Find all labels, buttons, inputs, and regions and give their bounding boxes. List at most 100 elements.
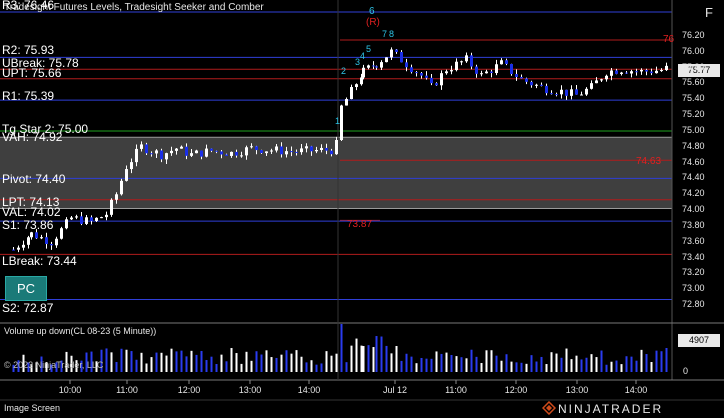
volume-bar bbox=[310, 360, 313, 372]
volume-bar bbox=[205, 360, 208, 372]
candle-body bbox=[85, 217, 88, 224]
time-tick-label: 14:00 bbox=[624, 385, 648, 395]
volume-bar bbox=[280, 354, 283, 372]
candle-body bbox=[50, 243, 53, 246]
volume-bar bbox=[545, 364, 548, 372]
seq-label-6: 6 bbox=[369, 6, 375, 17]
volume-bar bbox=[635, 360, 638, 372]
volume-bar bbox=[445, 352, 448, 372]
candle-body bbox=[660, 70, 663, 72]
candle-body bbox=[395, 49, 398, 52]
candle-body bbox=[310, 146, 313, 152]
candle-body bbox=[55, 238, 58, 246]
candle-body bbox=[22, 244, 25, 248]
candle-body bbox=[30, 232, 33, 238]
volume-bar bbox=[345, 362, 348, 372]
time-tick-label: 10:00 bbox=[58, 385, 82, 395]
candle-body bbox=[125, 169, 128, 181]
volume-bar bbox=[125, 349, 128, 372]
f-button[interactable]: F bbox=[698, 2, 720, 24]
volume-bar bbox=[330, 355, 333, 372]
candle-body bbox=[160, 150, 163, 160]
price-tick-label: 72.80 bbox=[682, 299, 705, 309]
time-tick-label: 11:00 bbox=[116, 385, 138, 395]
volume-bar bbox=[185, 356, 188, 372]
volume-bar bbox=[535, 361, 538, 372]
time-tick-label: 12:00 bbox=[504, 385, 528, 395]
candle-body bbox=[430, 77, 433, 84]
volume-bar bbox=[440, 353, 443, 372]
candle-body bbox=[130, 162, 133, 170]
candle-body bbox=[415, 72, 418, 74]
candle-body bbox=[355, 84, 358, 88]
candle-body bbox=[255, 146, 258, 151]
candle-body bbox=[120, 180, 123, 195]
time-tick-label: 14:00 bbox=[297, 385, 321, 395]
volume-bar bbox=[630, 356, 633, 372]
candle-body bbox=[490, 71, 493, 74]
volume-bar bbox=[155, 352, 158, 372]
volume-bar bbox=[655, 350, 658, 372]
volume-bar bbox=[380, 336, 383, 372]
volume-bar bbox=[555, 353, 558, 372]
volume-bar bbox=[480, 363, 483, 372]
candle-body bbox=[665, 65, 668, 71]
volume-bar bbox=[230, 348, 233, 372]
candle-body bbox=[70, 217, 73, 220]
candle-body bbox=[250, 146, 253, 148]
candle-body bbox=[12, 249, 15, 251]
chart-canvas[interactable] bbox=[0, 0, 724, 418]
level-label-val: VAL: 74.02 bbox=[2, 205, 61, 219]
candle-body bbox=[445, 71, 448, 74]
volume-bar bbox=[485, 350, 488, 372]
pc-button[interactable]: PC bbox=[5, 276, 47, 301]
price-tick-label: 76.00 bbox=[682, 45, 705, 56]
volume-bar bbox=[435, 351, 438, 372]
candle-body bbox=[480, 73, 483, 75]
seq-label-8: 8 bbox=[389, 29, 395, 39]
volume-bar bbox=[295, 350, 298, 372]
candle-body bbox=[360, 77, 363, 85]
volume-bar bbox=[390, 353, 393, 372]
candle-body bbox=[580, 94, 583, 96]
volume-bar bbox=[215, 364, 218, 372]
seq-label-4: 4 bbox=[360, 51, 366, 61]
candle-body bbox=[655, 70, 658, 74]
volume-bar bbox=[395, 345, 398, 372]
price-tick-label: 73.80 bbox=[682, 219, 705, 230]
volume-zero-label: 0 bbox=[683, 366, 689, 376]
candle-body bbox=[410, 67, 413, 73]
candle-body bbox=[500, 60, 503, 65]
candle-body bbox=[330, 150, 333, 155]
price-tick-label: 73.40 bbox=[682, 251, 705, 262]
volume-bar bbox=[367, 345, 370, 372]
candle-body bbox=[105, 214, 108, 218]
volume-bar bbox=[350, 345, 353, 372]
candle-body bbox=[615, 70, 618, 74]
candle-body bbox=[630, 71, 633, 74]
volume-bar bbox=[600, 350, 603, 372]
volume-bar bbox=[450, 355, 453, 372]
price-tick-label: 74.20 bbox=[682, 188, 705, 199]
candle-body bbox=[372, 65, 375, 67]
volume-bar bbox=[570, 359, 573, 372]
candle-body bbox=[95, 217, 98, 221]
volume-bar bbox=[275, 357, 278, 372]
volume-bar bbox=[575, 355, 578, 372]
seq-label-r: (R) bbox=[366, 17, 380, 28]
price-tick-label: 74.00 bbox=[682, 204, 705, 215]
candle-body bbox=[367, 65, 370, 68]
volume-bar bbox=[210, 356, 213, 372]
candle-body bbox=[165, 153, 168, 160]
volume-bar bbox=[475, 356, 478, 372]
volume-bar bbox=[165, 355, 168, 372]
volume-panel-title: Volume up down(CL 08-23 (5 Minute)) bbox=[4, 326, 157, 336]
candle-body bbox=[470, 55, 473, 67]
price-tick-label: 74.80 bbox=[682, 140, 705, 151]
volume-bar bbox=[305, 362, 308, 372]
level-label-pivot: Pivot: 74.40 bbox=[2, 172, 66, 186]
candle-body bbox=[65, 219, 68, 229]
price-tick-label: 75.60 bbox=[682, 77, 705, 88]
candle-body bbox=[35, 232, 38, 239]
seq-label-5: 5 bbox=[366, 44, 372, 54]
